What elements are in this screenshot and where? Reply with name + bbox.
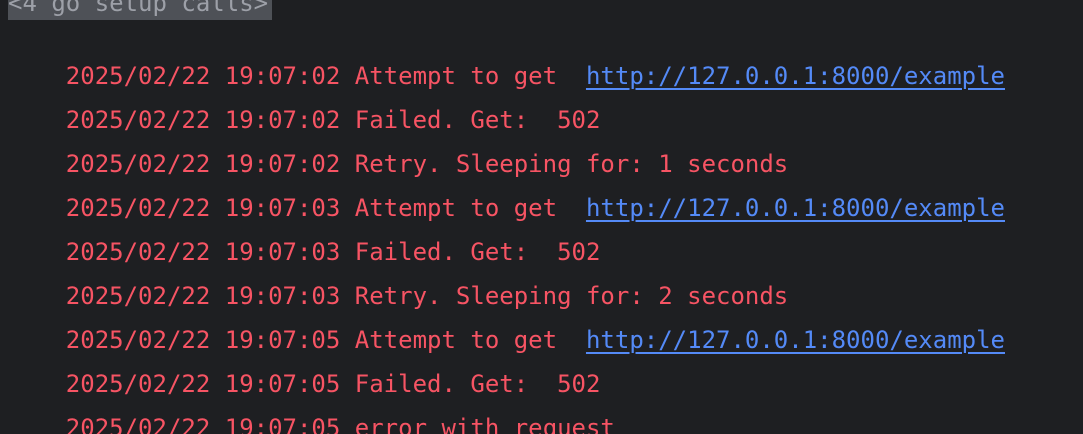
log-line: 2025/02/22 19:07:03 Attempt to get http:… [8, 160, 1005, 222]
log-line: 2025/02/22 19:07:03 Retry. Sleeping for:… [8, 248, 788, 310]
log-line: 2025/02/22 19:07:05 Attempt to get http:… [8, 292, 1005, 354]
log-text: 2025/02/22 19:07:05 error with request [65, 414, 615, 434]
folded-calls-label[interactable]: <4 go setup calls> [8, 0, 273, 20]
url-link[interactable]: http://127.0.0.1:8000/example [586, 62, 1005, 90]
log-line: 2025/02/22 19:07:05 Failed. Get: 502 [8, 336, 601, 398]
log-line: 2025/02/22 19:07:03 Failed. Get: 502 [8, 204, 601, 266]
log-line: 2025/02/22 19:07:02 Retry. Sleeping for:… [8, 116, 788, 178]
url-link[interactable]: http://127.0.0.1:8000/example [586, 326, 1005, 354]
console-output: <4 go setup calls> 2025/02/22 19:07:02 A… [0, 0, 1083, 434]
url-link[interactable]: http://127.0.0.1:8000/example [586, 194, 1005, 222]
log-line: 2025/02/22 19:07:02 Attempt to get http:… [8, 28, 1005, 90]
log-line: 2025/02/22 19:07:05 error with request [8, 380, 615, 434]
log-line: 2025/02/22 19:07:02 Failed. Get: 502 [8, 72, 601, 134]
